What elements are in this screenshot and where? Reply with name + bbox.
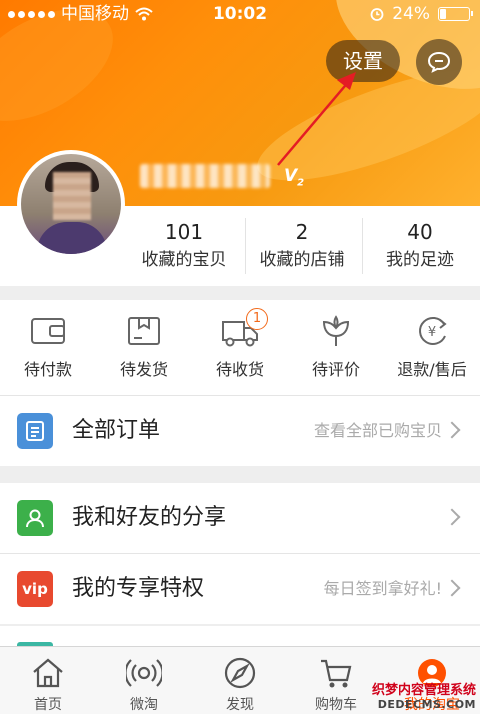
- row-title: 我的专享特权: [72, 576, 205, 601]
- row-title: 我和好友的分享: [72, 505, 227, 530]
- vip-icon: vip: [17, 571, 53, 607]
- stat-value: 2: [295, 220, 309, 244]
- flower-icon: [322, 315, 350, 346]
- stat-favorite-shops[interactable]: 2 收藏的店铺: [242, 220, 362, 274]
- tab-label: 发现: [226, 697, 254, 713]
- order-label: 待评价: [311, 360, 360, 379]
- order-label: 待收货: [215, 360, 264, 379]
- tab-weitao[interactable]: 微淘: [96, 655, 192, 714]
- row-subtitle: 每日签到拿好礼!: [323, 579, 442, 598]
- order-pending-payment[interactable]: 待付款: [0, 314, 96, 382]
- tab-label: 首页: [34, 697, 62, 713]
- tab-label: 微淘: [130, 697, 158, 713]
- vip-level-badge[interactable]: V2: [284, 166, 304, 193]
- row-subtitle: 查看全部已购宝贝: [313, 421, 442, 440]
- stat-footprints[interactable]: 40 我的足迹: [360, 220, 480, 274]
- watermark-line: 织梦内容管理系统: [371, 683, 476, 698]
- order-label: 退款/售后: [397, 360, 467, 379]
- wallet-icon: [31, 318, 65, 344]
- refund-icon: ¥: [419, 317, 447, 345]
- avatar[interactable]: [17, 150, 125, 258]
- compass-icon: [224, 657, 256, 689]
- cart-icon: [321, 659, 352, 688]
- order-count-badge: 1: [246, 308, 268, 330]
- avatar-photo: [21, 154, 121, 254]
- tab-home[interactable]: 首页: [0, 655, 96, 714]
- friends-icon: [17, 500, 53, 536]
- broadcast-icon: [126, 659, 162, 687]
- stat-label: 我的足迹: [386, 250, 454, 270]
- tab-label: 购物车: [315, 697, 357, 713]
- stat-label: 收藏的宝贝: [141, 250, 227, 270]
- chevron-right-icon: [443, 579, 461, 597]
- tab-cart[interactable]: 购物车: [288, 655, 384, 714]
- order-pending-receipt[interactable]: 1 待收货: [192, 308, 288, 382]
- order-pending-shipment[interactable]: 待发货: [96, 314, 192, 382]
- row-title: 全部订单: [72, 418, 161, 443]
- order-refund[interactable]: ¥ 退款/售后: [384, 314, 480, 382]
- order-pending-review[interactable]: 待评价: [288, 314, 384, 382]
- stat-label: 收藏的店铺: [259, 250, 345, 270]
- stat-value: 101: [164, 220, 204, 244]
- orders-list-icon: [17, 413, 53, 449]
- friend-share-row[interactable]: 我和好友的分享: [0, 483, 480, 553]
- home-icon: [33, 658, 63, 688]
- vip-privilege-row[interactable]: vip 我的专享特权 每日签到拿好礼!: [0, 554, 480, 624]
- order-label: 待发货: [119, 360, 168, 379]
- next-row-partial: [0, 626, 480, 646]
- order-status-bar: 待付款 待发货 1 待收货 待评价 ¥ 退款/售后: [0, 300, 480, 396]
- all-orders-row[interactable]: 全部订单 查看全部已购宝贝: [0, 396, 480, 466]
- package-icon: [128, 317, 160, 345]
- site-watermark: 织梦内容管理系统 DEDECMS.COM: [372, 683, 476, 711]
- username-blurred: [140, 164, 270, 188]
- tab-discover[interactable]: 发现: [192, 655, 288, 714]
- stat-favorite-items[interactable]: 101 收藏的宝贝: [124, 220, 244, 274]
- chevron-right-icon: [443, 421, 461, 439]
- stat-value: 40: [407, 220, 433, 244]
- watermark-line: DEDECMS.COM: [377, 698, 476, 711]
- order-label: 待付款: [23, 360, 72, 379]
- svg-text:¥: ¥: [428, 325, 436, 340]
- chevron-right-icon: [443, 508, 461, 526]
